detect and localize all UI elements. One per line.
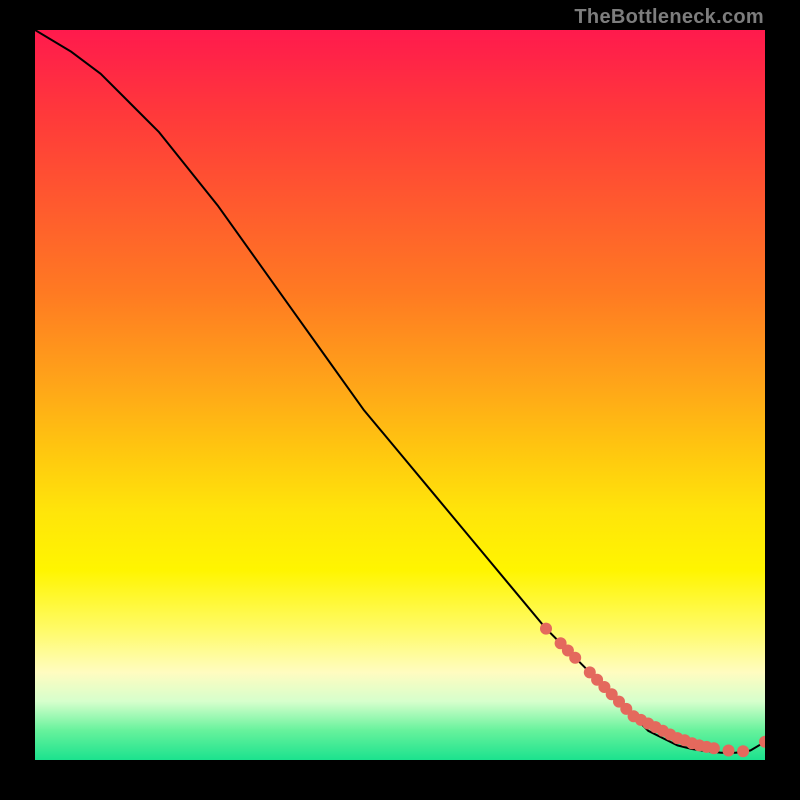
bottleneck-curve bbox=[35, 30, 765, 753]
data-point bbox=[569, 652, 581, 664]
data-point bbox=[737, 745, 749, 757]
data-point bbox=[723, 745, 735, 757]
curve-layer bbox=[35, 30, 765, 760]
attribution-label: TheBottleneck.com bbox=[574, 6, 764, 29]
data-point bbox=[540, 623, 552, 635]
data-point bbox=[708, 742, 720, 754]
highlighted-points bbox=[540, 623, 765, 758]
plot-area bbox=[35, 30, 765, 760]
chart-frame: TheBottleneck.com bbox=[0, 0, 800, 800]
